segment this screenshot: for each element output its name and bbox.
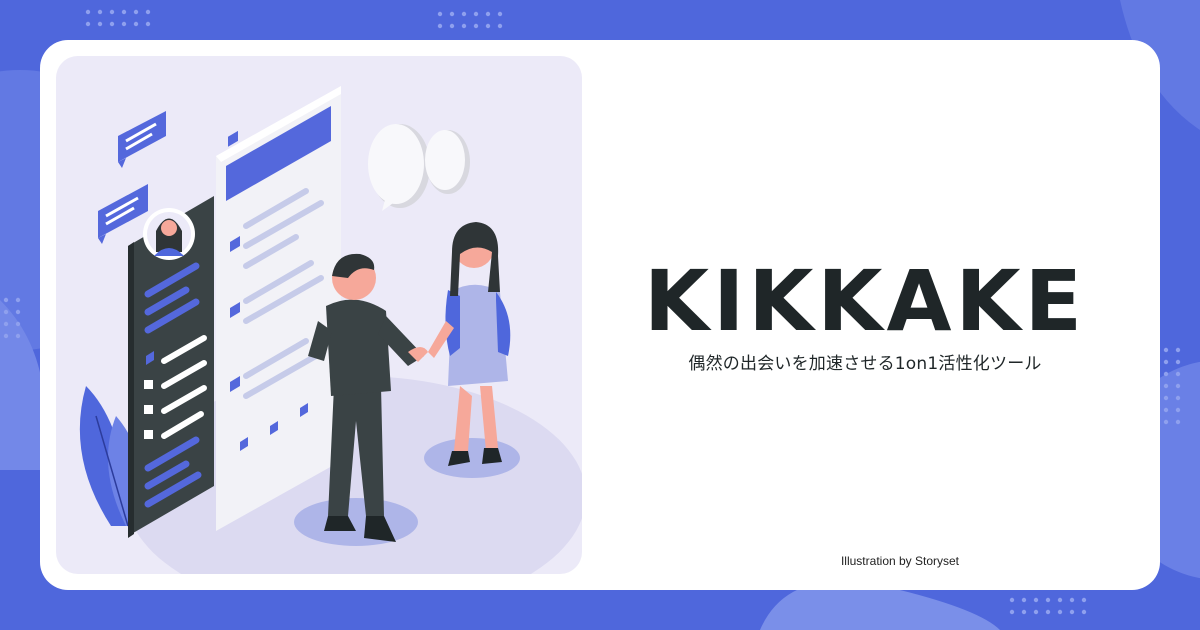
brand-name: KIKKAKE: [644, 252, 1086, 350]
brand-logo: KIKKAKE: [630, 240, 1100, 350]
illustration-credit: Illustration by Storyset: [840, 554, 960, 568]
hero-card: KIKKAKE 偶然の出会いを加速させる1on1活性化ツール Illustrat…: [40, 40, 1160, 590]
illustration-panel: [56, 56, 582, 574]
speech-bubble-icon: [368, 124, 470, 211]
brand-logo-wordmark: KIKKAKE: [644, 252, 1086, 350]
handshake-illustration: [79, 86, 582, 574]
brand-tagline: 偶然の出会いを加速させる1on1活性化ツール: [688, 354, 1042, 374]
profile-avatar-icon: [147, 212, 191, 256]
